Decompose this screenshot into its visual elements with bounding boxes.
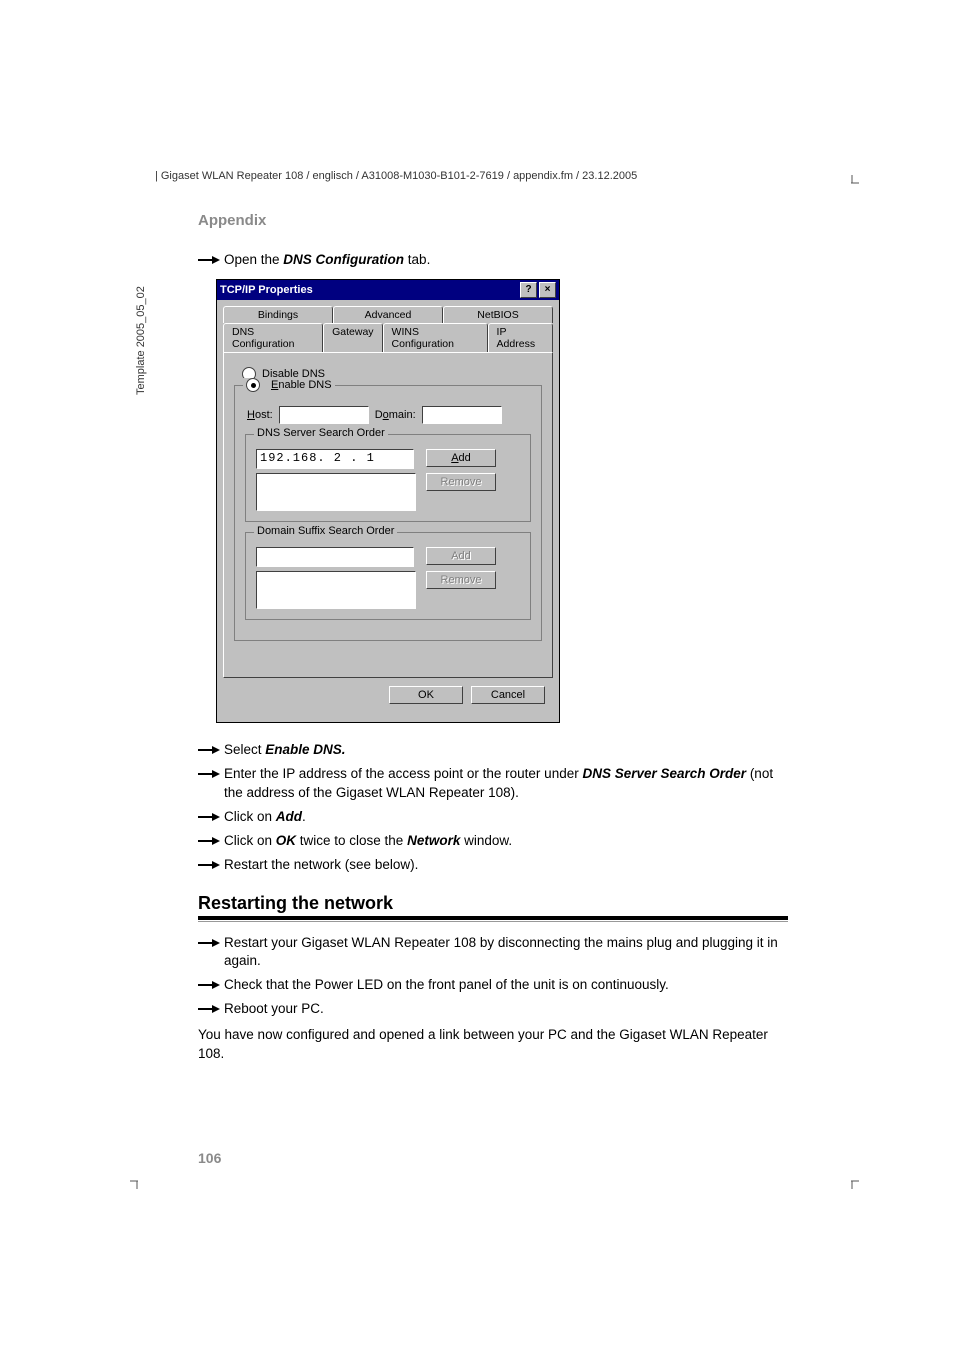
step-text: Check that the Power LED on the front pa… [224,976,788,994]
suffix-input[interactable] [256,547,414,567]
instruction-step: Restart your Gigaset WLAN Repeater 108 b… [198,934,788,970]
step-text: Click on OK twice to close the Network w… [224,832,788,850]
template-label: Template 2005_05_02 [135,286,147,395]
section-heading: Appendix [198,212,788,229]
dns-ip-input[interactable]: 192.168. 2 . 1 [256,449,414,469]
tab-wins-configuration[interactable]: WINS Configuration [383,323,488,352]
arrow-icon [198,255,220,265]
instruction-step: Reboot your PC. [198,1000,788,1018]
step-text: Restart your Gigaset WLAN Repeater 108 b… [224,934,788,970]
page-number: 106 [198,1150,221,1166]
content-area: Appendix Open the DNS Configuration tab.… [198,212,788,1072]
domain-input[interactable] [422,406,502,424]
instruction-step: Enter the IP address of the access point… [198,765,788,801]
group-legend: Domain Suffix Search Order [254,525,397,537]
dns-server-search-order-group: DNS Server Search Order 192.168. 2 . 1 A… [245,434,531,522]
host-input[interactable] [279,406,369,424]
step-text: Select Enable DNS. [224,741,788,759]
enable-dns-group: Enable DNS Host: Domain: DNS Server Sear… [234,385,542,641]
titlebar: TCP/IP Properties ? × [217,280,559,300]
remove-button[interactable]: Remove [426,473,496,491]
tab-dns-configuration[interactable]: DNS Configuration [223,323,323,352]
domain-label: Domain: [375,409,416,421]
step-text: Open the DNS Configuration tab. [224,251,788,269]
step-text: Restart the network (see below). [224,856,788,874]
crop-mark-icon [845,1175,859,1192]
step-text: Click on Add. [224,808,788,826]
domain-suffix-search-order-group: Domain Suffix Search Order Add Remove [245,532,531,620]
ok-button[interactable]: OK [389,686,463,704]
step-text: Reboot your PC. [224,1000,788,1018]
help-button[interactable]: ? [520,282,537,298]
tab-netbios[interactable]: NetBIOS [443,306,553,323]
crop-mark-icon [130,1175,144,1192]
radio-label: Enable DNS [271,379,332,391]
dialog-body: Bindings Advanced NetBIOS DNS Configurat… [217,300,559,722]
tab-row-front: DNS Configuration Gateway WINS Configura… [223,323,553,352]
closing-paragraph: You have now configured and opened a lin… [198,1026,788,1064]
arrow-icon [198,769,220,779]
step-text: Enter the IP address of the access point… [224,765,788,801]
tab-gateway[interactable]: Gateway [323,323,382,352]
radio-enable-dns[interactable]: Enable DNS [243,378,335,392]
heading-restarting-network: Restarting the network [198,893,788,914]
dialog-title: TCP/IP Properties [220,284,518,296]
tab-panel: Disable DNS Enable DNS Host: Domain: [223,352,553,678]
instruction-step: Click on OK twice to close the Network w… [198,832,788,850]
heading-rule [198,916,788,920]
arrow-icon [198,745,220,755]
header-path: |Gigaset WLAN Repeater 108 / englisch / … [155,170,637,182]
radio-icon [246,378,260,392]
instruction-step: Check that the Power LED on the front pa… [198,976,788,994]
host-label: Host: [247,409,273,421]
tab-advanced[interactable]: Advanced [333,306,443,323]
cancel-button[interactable]: Cancel [471,686,545,704]
group-legend: DNS Server Search Order [254,427,388,439]
page: |Gigaset WLAN Repeater 108 / englisch / … [0,0,954,1350]
suffix-list[interactable] [256,571,416,609]
host-domain-row: Host: Domain: [247,406,531,424]
instruction-step: Click on Add. [198,808,788,826]
remove-button[interactable]: Remove [426,571,496,589]
add-button[interactable]: Add [426,449,496,467]
instruction-step: Restart the network (see below). [198,856,788,874]
arrow-icon [198,1004,220,1014]
arrow-icon [198,860,220,870]
tab-row-back: Bindings Advanced NetBIOS [223,306,553,323]
arrow-icon [198,812,220,822]
heading-rule-thin [198,921,788,922]
dns-server-list[interactable] [256,473,416,511]
arrow-icon [198,980,220,990]
tcpip-properties-dialog: TCP/IP Properties ? × Bindings Advanced … [216,279,560,723]
add-button[interactable]: Add [426,547,496,565]
instruction-step: Select Enable DNS. [198,741,788,759]
instruction-step: Open the DNS Configuration tab. [198,251,788,269]
tab-bindings[interactable]: Bindings [223,306,333,323]
close-button[interactable]: × [539,282,556,298]
tab-ip-address[interactable]: IP Address [488,323,553,352]
crop-mark-icon [845,175,859,192]
arrow-icon [198,938,220,948]
arrow-icon [198,836,220,846]
dialog-button-row: OK Cancel [223,678,553,712]
